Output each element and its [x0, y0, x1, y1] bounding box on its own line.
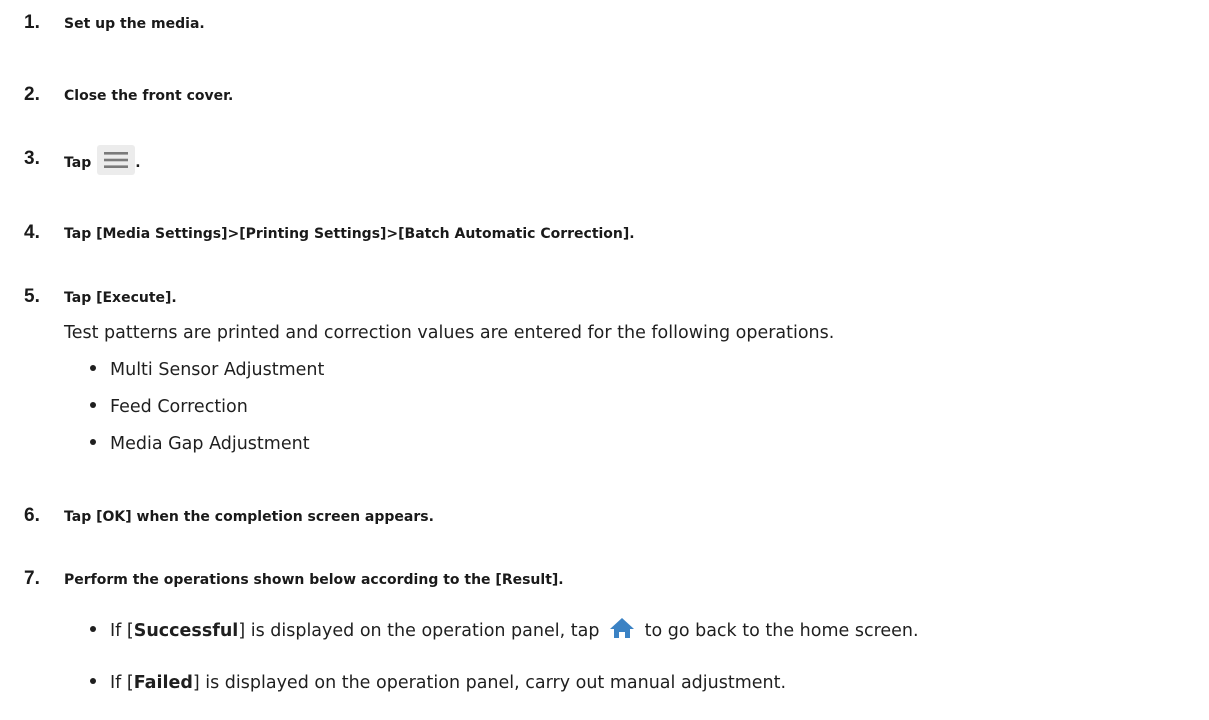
menu-icon: [97, 145, 136, 175]
step-number: 2.: [24, 84, 40, 105]
step-instruction: Set up the media.: [64, 16, 205, 32]
step-instruction: Tap [Media Settings]>[Printing Settings]…: [64, 226, 635, 242]
home-icon: [609, 616, 635, 640]
step-instruction: Tap [OK] when the completion screen appe…: [64, 509, 434, 525]
tap-label: Tap: [64, 155, 92, 171]
list-item: Multi Sensor Adjustment: [90, 359, 324, 381]
bullet-icon: [90, 678, 96, 684]
result-item-failed: If [Failed] is displayed on the operatio…: [90, 672, 786, 694]
step-number: 7.: [24, 568, 40, 589]
bullet-icon: [90, 402, 96, 408]
step-instruction: Tap .: [64, 145, 141, 178]
step-instruction: Tap [Execute].: [64, 290, 177, 306]
result-failed-label: Failed: [133, 673, 193, 693]
list-item: Media Gap Adjustment: [90, 433, 310, 455]
step-instruction: Close the front cover.: [64, 88, 234, 104]
result-item-successful: If [Successful] is displayed on the oper…: [90, 616, 919, 643]
step-number: 3.: [24, 148, 40, 169]
bullet-icon: [90, 626, 96, 632]
step-number: 4.: [24, 222, 40, 243]
step-number: 5.: [24, 286, 40, 307]
period: .: [135, 155, 141, 171]
bullet-icon: [90, 439, 96, 445]
bullet-icon: [90, 365, 96, 371]
step-5-description: Test patterns are printed and correction…: [64, 323, 835, 343]
list-item: Feed Correction: [90, 396, 248, 418]
step-number: 1.: [24, 12, 40, 33]
step-instruction: Perform the operations shown below accor…: [64, 572, 564, 588]
result-successful-label: Successful: [133, 621, 239, 641]
step-number: 6.: [24, 505, 40, 526]
